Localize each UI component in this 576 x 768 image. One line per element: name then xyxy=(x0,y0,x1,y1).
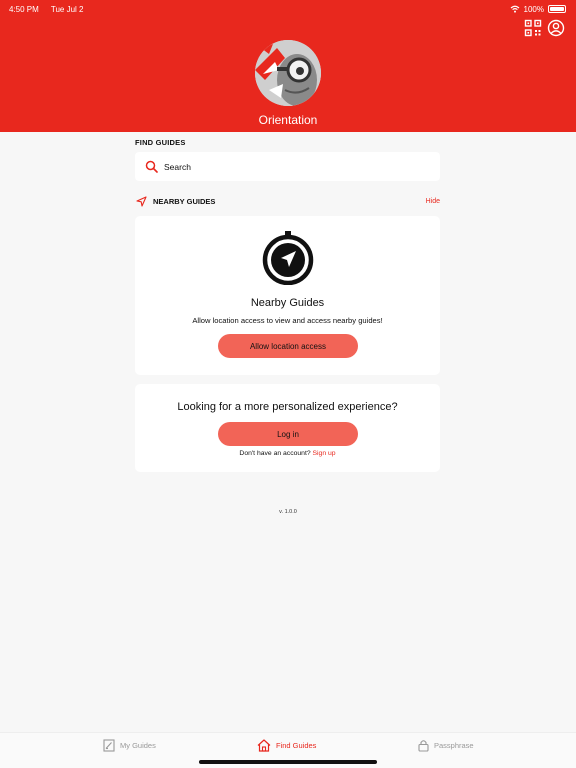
find-guides-label: FIND GUIDES xyxy=(135,138,186,147)
tab-label: Find Guides xyxy=(276,741,317,750)
tab-passphrase[interactable]: Passphrase xyxy=(418,739,474,752)
status-bar: 4:50 PM Tue Jul 2 100% xyxy=(9,3,566,15)
nearby-card-title: Nearby Guides xyxy=(250,297,325,309)
lock-icon xyxy=(418,740,429,752)
status-time: 4:50 PM xyxy=(9,4,39,14)
nearby-card-subtitle: Allow location access to view and access… xyxy=(192,316,383,325)
status-date: Tue Jul 2 xyxy=(50,4,84,14)
page-title: Orientation xyxy=(258,113,318,127)
user-circle-icon[interactable] xyxy=(547,19,565,37)
login-card: Looking for a more personalized experien… xyxy=(135,384,440,472)
tab-label: Passphrase xyxy=(434,741,474,750)
tab-label: My Guides xyxy=(120,741,156,750)
search-input[interactable] xyxy=(164,161,424,172)
battery-percent: 100% xyxy=(523,4,544,14)
guide-avatar xyxy=(255,40,321,106)
search-icon xyxy=(145,160,158,173)
home-icon xyxy=(257,739,271,752)
nearby-guides-card: Nearby Guides Allow location access to v… xyxy=(135,216,440,375)
allow-location-button[interactable]: Allow location access xyxy=(218,334,358,358)
nearby-guides-header: NEARBY GUIDES Hide xyxy=(136,196,440,207)
battery-icon xyxy=(548,5,566,13)
login-button[interactable]: Log in xyxy=(218,422,358,446)
location-arrow-icon xyxy=(136,196,147,207)
home-indicator[interactable] xyxy=(199,760,377,764)
header: 4:50 PM Tue Jul 2 100% Orientation xyxy=(0,0,576,132)
guides-icon xyxy=(103,739,115,752)
wifi-icon xyxy=(510,5,519,13)
qr-code-icon[interactable] xyxy=(524,19,542,37)
hide-link[interactable]: Hide xyxy=(426,198,440,205)
tab-find-guides[interactable]: Find Guides xyxy=(257,739,316,752)
signup-prompt: Don't have an account? xyxy=(239,450,311,457)
nearby-guides-label: NEARBY GUIDES xyxy=(153,197,216,206)
signup-line: Don't have an account? Sign up xyxy=(135,450,440,457)
compass-icon xyxy=(262,231,314,285)
version-label: v. 1.0.0 xyxy=(279,509,297,515)
tab-my-guides[interactable]: My Guides xyxy=(103,739,156,752)
search-box[interactable] xyxy=(135,152,440,181)
signup-link[interactable]: Sign up xyxy=(313,450,336,457)
login-card-title: Looking for a more personalized experien… xyxy=(177,401,398,413)
